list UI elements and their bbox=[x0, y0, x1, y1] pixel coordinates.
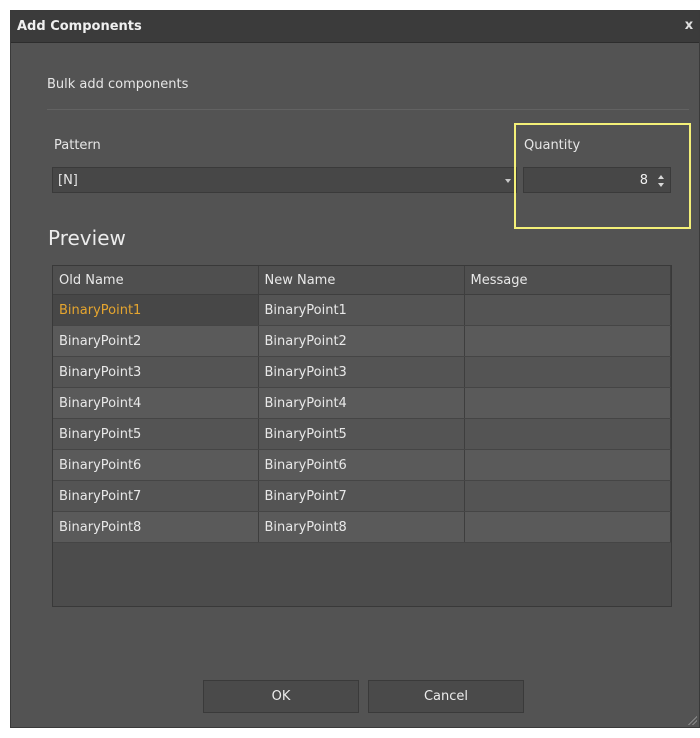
new-name-cell[interactable]: BinaryPoint3 bbox=[258, 356, 465, 388]
resize-grip-icon[interactable] bbox=[687, 715, 697, 725]
old-name-cell[interactable]: BinaryPoint8 bbox=[53, 511, 259, 543]
chevron-down-icon[interactable] bbox=[505, 179, 511, 183]
title-bar[interactable]: Add Components x bbox=[11, 11, 699, 43]
table-row[interactable]: BinaryPoint1 BinaryPoint1 bbox=[53, 294, 671, 326]
old-name-cell[interactable]: BinaryPoint1 bbox=[53, 294, 259, 326]
message-cell[interactable] bbox=[464, 294, 671, 326]
table-row[interactable]: BinaryPoint4 BinaryPoint4 bbox=[53, 387, 671, 419]
quantity-value: 8 bbox=[639, 173, 648, 188]
pattern-label: Pattern bbox=[54, 138, 101, 153]
message-cell[interactable] bbox=[464, 325, 671, 357]
new-name-cell[interactable]: BinaryPoint5 bbox=[258, 418, 465, 450]
add-components-dialog: Add Components x Bulk add components Pat… bbox=[10, 10, 700, 728]
table-row[interactable]: BinaryPoint7 BinaryPoint7 bbox=[53, 480, 671, 512]
new-name-cell[interactable]: BinaryPoint6 bbox=[258, 449, 465, 481]
table-row[interactable]: BinaryPoint6 BinaryPoint6 bbox=[53, 449, 671, 481]
new-name-cell[interactable]: BinaryPoint1 bbox=[258, 294, 465, 326]
table-row[interactable]: BinaryPoint5 BinaryPoint5 bbox=[53, 418, 671, 450]
pattern-dropdown[interactable]: [N] bbox=[52, 167, 517, 193]
spin-down-icon[interactable] bbox=[658, 183, 664, 187]
old-name-cell[interactable]: BinaryPoint7 bbox=[53, 480, 259, 512]
new-name-cell[interactable]: BinaryPoint4 bbox=[258, 387, 465, 419]
preview-table: Old Name New Name Message BinaryPoint1 B… bbox=[52, 265, 672, 607]
old-name-cell[interactable]: BinaryPoint5 bbox=[53, 418, 259, 450]
column-header-new-name[interactable]: New Name bbox=[258, 266, 465, 295]
dialog-title: Add Components bbox=[17, 19, 142, 34]
cancel-button[interactable]: Cancel bbox=[368, 680, 524, 713]
spin-up-icon[interactable] bbox=[658, 175, 664, 179]
old-name-cell[interactable]: BinaryPoint4 bbox=[53, 387, 259, 419]
pattern-value: [N] bbox=[58, 173, 78, 188]
column-header-message[interactable]: Message bbox=[464, 266, 671, 295]
table-row[interactable]: BinaryPoint2 BinaryPoint2 bbox=[53, 325, 671, 357]
dialog-subtitle: Bulk add components bbox=[47, 77, 189, 92]
quantity-stepper[interactable]: 8 bbox=[523, 167, 671, 193]
close-icon[interactable]: x bbox=[681, 17, 697, 35]
message-cell[interactable] bbox=[464, 449, 671, 481]
message-cell[interactable] bbox=[464, 418, 671, 450]
old-name-cell[interactable]: BinaryPoint6 bbox=[53, 449, 259, 481]
old-name-cell[interactable]: BinaryPoint3 bbox=[53, 356, 259, 388]
table-row[interactable]: BinaryPoint3 BinaryPoint3 bbox=[53, 356, 671, 388]
quantity-label: Quantity bbox=[524, 138, 581, 153]
divider bbox=[47, 109, 689, 110]
message-cell[interactable] bbox=[464, 480, 671, 512]
new-name-cell[interactable]: BinaryPoint7 bbox=[258, 480, 465, 512]
message-cell[interactable] bbox=[464, 511, 671, 543]
message-cell[interactable] bbox=[464, 387, 671, 419]
message-cell[interactable] bbox=[464, 356, 671, 388]
new-name-cell[interactable]: BinaryPoint8 bbox=[258, 511, 465, 543]
preview-heading: Preview bbox=[48, 226, 126, 250]
table-row[interactable]: BinaryPoint8 BinaryPoint8 bbox=[53, 511, 671, 543]
old-name-cell[interactable]: BinaryPoint2 bbox=[53, 325, 259, 357]
ok-button[interactable]: OK bbox=[203, 680, 359, 713]
column-header-old-name[interactable]: Old Name bbox=[53, 266, 259, 295]
new-name-cell[interactable]: BinaryPoint2 bbox=[258, 325, 465, 357]
